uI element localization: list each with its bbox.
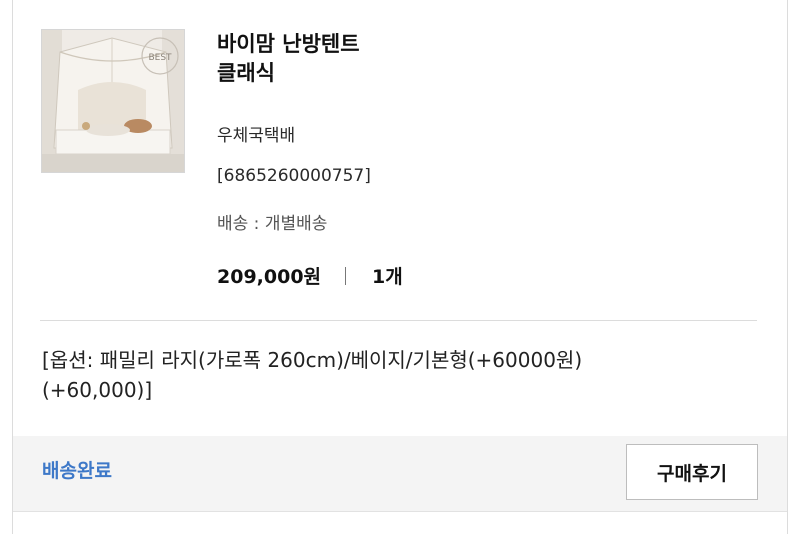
product-title-line2[interactable]: 클래식 [217,59,517,88]
product-title[interactable]: 바이맘 난방텐트 클래식 [217,30,517,88]
product-image: BEST [42,30,184,172]
price-separator [345,267,347,285]
product-title-line1[interactable]: 바이맘 난방텐트 [217,30,517,59]
option-line2: (+60,000)] [42,378,153,402]
tracking-number[interactable]: [6865260000757] [217,166,371,186]
product-thumbnail[interactable]: BEST [41,29,185,173]
option-line1: [옵션: 패밀리 라지(가로폭 260cm)/베이지/기본형(+60000원) [42,348,583,372]
write-review-button[interactable]: 구매후기 [626,444,758,500]
best-badge-text: BEST [148,53,172,63]
section-divider [40,320,757,321]
price: 209,000원 [217,266,322,288]
price-quantity-row: 209,000원 1개 [217,262,403,289]
courier-name: 우체국택배 [217,126,296,146]
option-text: [옵션: 패밀리 라지(가로폭 260cm)/베이지/기본형(+60000원) … [42,345,742,405]
quantity: 1개 [372,266,403,288]
shipping-type: 배송 : 개별배송 [217,214,328,234]
delivery-status: 배송완료 [42,460,112,482]
footer-bottom-rule [13,511,787,512]
